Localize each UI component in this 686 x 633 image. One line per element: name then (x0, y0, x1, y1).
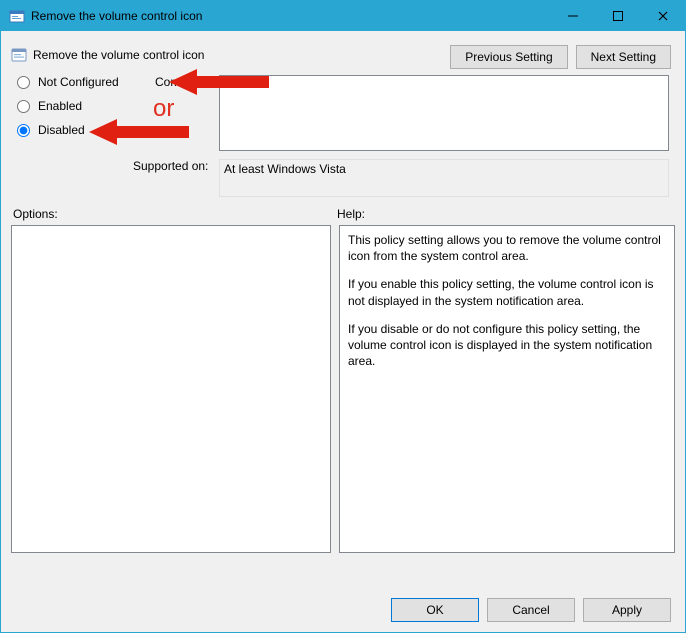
supported-on-text: At least Windows Vista (224, 162, 346, 176)
header-buttons: Previous Setting Next Setting (450, 45, 671, 69)
titlebar: Remove the volume control icon (1, 1, 685, 31)
state-area: Not Configured Enabled Disabled Comment:… (11, 75, 675, 205)
minimize-button[interactable] (550, 1, 595, 31)
help-paragraph: If you enable this policy setting, the v… (348, 276, 666, 308)
radio-not-configured[interactable]: Not Configured (17, 75, 119, 89)
help-paragraph: If you disable or do not configure this … (348, 321, 666, 370)
radio-enabled-input[interactable] (17, 100, 30, 113)
maximize-button[interactable] (595, 1, 640, 31)
panes: This policy setting allows you to remove… (11, 225, 675, 553)
comment-textarea[interactable] (219, 75, 669, 151)
policy-title: Remove the volume control icon (33, 48, 204, 62)
radio-disabled-label: Disabled (38, 123, 85, 137)
dialog-content: Remove the volume control icon Previous … (1, 31, 685, 553)
window-title: Remove the volume control icon (31, 9, 550, 23)
ok-button[interactable]: OK (391, 598, 479, 622)
policy-icon (11, 47, 27, 63)
options-pane (11, 225, 331, 553)
help-paragraph: This policy setting allows you to remove… (348, 232, 666, 264)
apply-button[interactable]: Apply (583, 598, 671, 622)
next-setting-button[interactable]: Next Setting (576, 45, 671, 69)
options-label: Options: (11, 207, 335, 221)
dialog-footer: OK Cancel Apply (391, 598, 671, 622)
radio-not-configured-input[interactable] (17, 76, 30, 89)
comment-label: Comment: (155, 75, 210, 89)
previous-setting-button[interactable]: Previous Setting (450, 45, 567, 69)
radio-disabled[interactable]: Disabled (17, 123, 119, 137)
cancel-button[interactable]: Cancel (487, 598, 575, 622)
lower-labels: Options: Help: (11, 207, 675, 221)
policy-editor-icon (9, 8, 25, 24)
radio-not-configured-label: Not Configured (38, 75, 119, 89)
close-button[interactable] (640, 1, 685, 31)
header-left: Remove the volume control icon (11, 41, 450, 63)
dialog-window: Remove the volume control icon (0, 0, 686, 633)
header-row: Remove the volume control icon Previous … (11, 41, 675, 69)
supported-on-label: Supported on: (133, 159, 208, 173)
help-pane: This policy setting allows you to remove… (339, 225, 675, 553)
radio-enabled-label: Enabled (38, 99, 82, 113)
help-label: Help: (335, 207, 365, 221)
radio-disabled-input[interactable] (17, 124, 30, 137)
annotation-or-text: or (153, 95, 174, 123)
state-radio-group: Not Configured Enabled Disabled (17, 75, 119, 137)
supported-on-value: At least Windows Vista (219, 159, 669, 197)
radio-enabled[interactable]: Enabled (17, 99, 119, 113)
